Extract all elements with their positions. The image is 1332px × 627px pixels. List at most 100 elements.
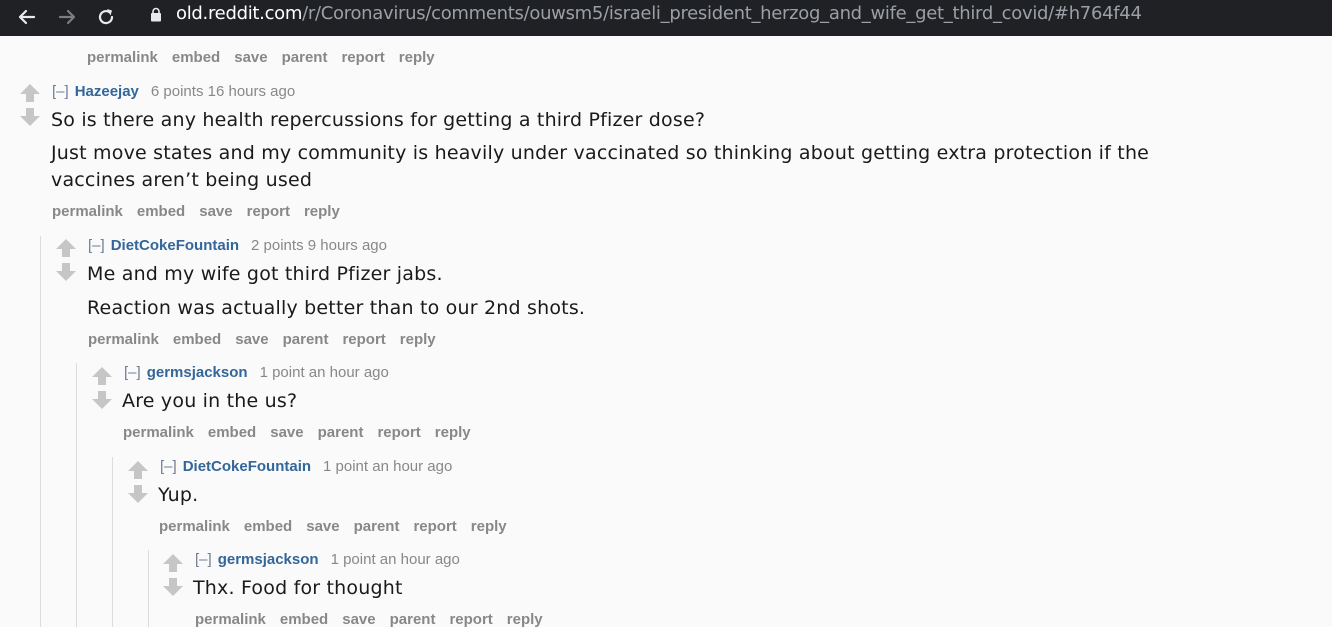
comment-body-paragraph: Thx. Food for thought	[193, 577, 403, 599]
upvote-arrow-icon[interactable]	[54, 238, 78, 258]
comment-body-paragraph: vaccines aren’t being used	[51, 169, 313, 191]
reply-link[interactable]: reply	[471, 518, 507, 535]
child-thread-line	[40, 236, 41, 627]
report-link[interactable]: report	[342, 331, 385, 348]
upvote-arrow-icon[interactable]	[161, 553, 185, 573]
child-thread-line	[148, 550, 149, 627]
embed-link[interactable]: embed	[137, 203, 185, 220]
timestamp: 16 hours ago	[207, 83, 296, 100]
downvote-arrow-icon[interactable]	[161, 577, 185, 597]
timestamp: an hour ago	[379, 551, 460, 568]
timestamp: an hour ago	[372, 458, 453, 475]
author-link[interactable]: germsjackson	[218, 551, 319, 568]
child-thread-line	[76, 363, 77, 627]
back-button[interactable]	[12, 2, 42, 32]
parent-link[interactable]: parent	[354, 518, 400, 535]
score: 1 point	[259, 364, 305, 381]
forward-button[interactable]	[52, 2, 82, 32]
previous-comment-actions: permalink embed save parent report reply	[87, 49, 435, 66]
save-link[interactable]: save	[234, 49, 267, 66]
author-link[interactable]: Hazeejay	[75, 83, 139, 100]
score: 1 point	[330, 551, 376, 568]
url-host: old.reddit.com	[176, 3, 303, 24]
save-link[interactable]: save	[235, 331, 268, 348]
score: 1 point	[323, 458, 369, 475]
comment-body-paragraph: Yup.	[158, 484, 199, 506]
url-path: /r/Coronavirus/comments/ouwsm5/israeli_p…	[302, 3, 1142, 24]
comment-tagline: [–] DietCokeFountain 1 point an hour ago	[160, 458, 452, 475]
comment-actions: permalink embed save parent report reply	[195, 611, 543, 627]
lock-icon	[151, 7, 161, 22]
browser-toolbar: old.reddit.com/r/Coronavirus/comments/ou…	[0, 0, 1332, 36]
parent-link[interactable]: parent	[390, 611, 436, 627]
timestamp: 9 hours ago	[307, 237, 387, 254]
report-link[interactable]: report	[449, 611, 492, 627]
reload-icon	[98, 9, 114, 25]
comment-actions: permalink embed save parent report reply	[88, 331, 436, 348]
reply-link[interactable]: reply	[400, 331, 436, 348]
comment-actions: permalink embed save report reply	[52, 203, 340, 220]
permalink-link[interactable]: permalink	[87, 49, 158, 66]
collapse-toggle[interactable]: [–]	[160, 458, 177, 475]
collapse-toggle[interactable]: [–]	[52, 83, 69, 100]
reply-link[interactable]: reply	[435, 424, 471, 441]
comment-body-paragraph: So is there any health repercussions for…	[51, 109, 706, 131]
collapse-toggle[interactable]: [–]	[195, 551, 212, 568]
save-link[interactable]: save	[270, 424, 303, 441]
collapse-toggle[interactable]: [–]	[124, 364, 141, 381]
downvote-arrow-icon[interactable]	[126, 484, 150, 504]
reload-button[interactable]	[91, 2, 121, 32]
downvote-arrow-icon[interactable]	[18, 107, 42, 127]
address-bar[interactable]: old.reddit.com/r/Coronavirus/comments/ou…	[138, 0, 1332, 30]
report-link[interactable]: report	[413, 518, 456, 535]
save-link[interactable]: save	[199, 203, 232, 220]
embed-link[interactable]: embed	[173, 331, 221, 348]
permalink-link[interactable]: permalink	[88, 331, 159, 348]
author-link[interactable]: DietCokeFountain	[111, 237, 239, 254]
author-link[interactable]: germsjackson	[147, 364, 248, 381]
parent-link[interactable]: parent	[282, 49, 328, 66]
permalink-link[interactable]: permalink	[159, 518, 230, 535]
comment-body-paragraph: Me and my wife got third Pfizer jabs.	[87, 263, 443, 285]
save-link[interactable]: save	[342, 611, 375, 627]
child-thread-line	[112, 457, 113, 627]
save-link[interactable]: save	[306, 518, 339, 535]
reply-link[interactable]: reply	[399, 49, 435, 66]
score: 6 points	[150, 83, 204, 100]
comment-tagline: [–] DietCokeFountain 2 points 9 hours ago	[88, 237, 387, 254]
upvote-arrow-icon[interactable]	[90, 366, 114, 386]
timestamp: an hour ago	[308, 364, 389, 381]
url-text: old.reddit.com/r/Coronavirus/comments/ou…	[176, 3, 1142, 24]
report-link[interactable]: report	[247, 203, 290, 220]
comment-body-paragraph: Are you in the us?	[122, 390, 298, 412]
upvote-arrow-icon[interactable]	[18, 83, 42, 103]
author-link[interactable]: DietCokeFountain	[183, 458, 311, 475]
back-arrow-icon	[18, 9, 36, 25]
report-link[interactable]: report	[341, 49, 384, 66]
comment-thread: permalink embed save parent report reply…	[0, 36, 1332, 627]
parent-link[interactable]: parent	[283, 331, 329, 348]
upvote-arrow-icon[interactable]	[126, 460, 150, 480]
reply-link[interactable]: reply	[304, 203, 340, 220]
report-link[interactable]: report	[377, 424, 420, 441]
permalink-link[interactable]: permalink	[123, 424, 194, 441]
reply-link[interactable]: reply	[507, 611, 543, 627]
parent-link[interactable]: parent	[318, 424, 364, 441]
permalink-link[interactable]: permalink	[52, 203, 123, 220]
embed-link[interactable]: embed	[244, 518, 292, 535]
embed-link[interactable]: embed	[208, 424, 256, 441]
comment-body-paragraph: Reaction was actually better than to our…	[87, 297, 586, 319]
comment-tagline: [–] germsjackson 1 point an hour ago	[195, 551, 460, 568]
comment-tagline: [–] Hazeejay 6 points 16 hours ago	[52, 83, 295, 100]
forward-arrow-icon	[58, 9, 76, 25]
comment-tagline: [–] germsjackson 1 point an hour ago	[124, 364, 389, 381]
comment-actions: permalink embed save parent report reply	[123, 424, 471, 441]
collapse-toggle[interactable]: [–]	[88, 237, 105, 254]
downvote-arrow-icon[interactable]	[90, 390, 114, 410]
permalink-link[interactable]: permalink	[195, 611, 266, 627]
downvote-arrow-icon[interactable]	[54, 262, 78, 282]
comment-actions: permalink embed save parent report reply	[159, 518, 507, 535]
embed-link[interactable]: embed	[280, 611, 328, 627]
embed-link[interactable]: embed	[172, 49, 220, 66]
comment-body-paragraph: Just move states and my community is hea…	[51, 142, 1150, 164]
